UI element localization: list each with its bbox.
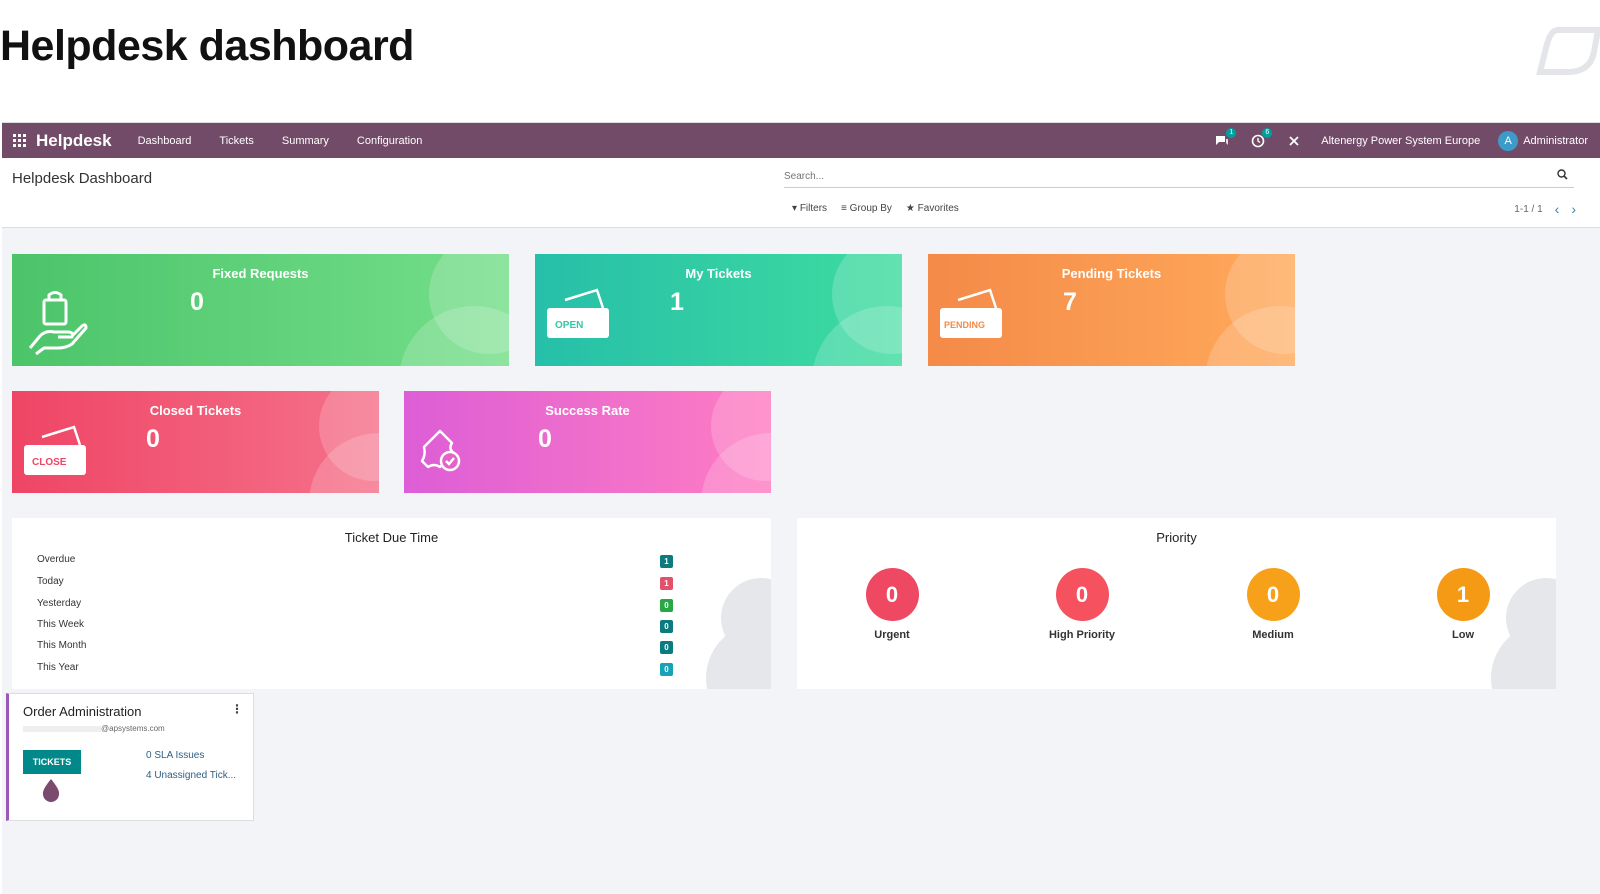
tile-title: Success Rate (545, 403, 630, 418)
menu-configuration[interactable]: Configuration (357, 135, 422, 147)
due-count-badge[interactable]: 0 (660, 641, 673, 654)
tile-value: 7 (1063, 288, 1077, 316)
tile-success-rate[interactable]: Success Rate 0 (404, 391, 771, 493)
priority-label: Low (1452, 629, 1474, 641)
menu-tickets[interactable]: Tickets (219, 135, 253, 147)
due-row-label: Yesterday (37, 598, 82, 609)
activities-badge: 6 (1262, 127, 1273, 138)
control-panel: Helpdesk Dashboard ▾ Filters ≡ Group By … (2, 158, 1600, 228)
due-count-badge[interactable]: 0 (660, 599, 673, 612)
apps-menu-icon[interactable] (2, 134, 36, 147)
sla-issues-link[interactable]: 0 SLA Issues (146, 750, 204, 761)
brand-logo-icon (1536, 27, 1600, 75)
team-name: Order Administration (23, 704, 142, 719)
decor-circle (812, 306, 902, 366)
filter-icon: ▾ (792, 203, 798, 214)
user-name: Administrator (1523, 134, 1588, 147)
nav-brand[interactable]: Helpdesk (36, 131, 112, 151)
due-row-label: This Week (37, 619, 85, 630)
team-email: @apsystems.com (23, 724, 165, 733)
tile-title: My Tickets (685, 266, 752, 281)
priority-label: Medium (1252, 629, 1294, 641)
pending-ticket-text: PENDING (944, 320, 985, 330)
priority-label: High Priority (1048, 629, 1115, 641)
tile-value: 0 (146, 425, 160, 453)
decor-circle (1205, 306, 1295, 366)
priority-panel: Priority 0 Urgent 0 High Priority 0 Medium 1 Lo… (797, 518, 1556, 689)
tile-title: Closed Tickets (149, 403, 242, 418)
user-avatar: A (1498, 130, 1519, 151)
tile-value: 1 (670, 288, 684, 316)
ticket-check-icon (420, 429, 461, 472)
hand-bag-icon (28, 291, 88, 356)
top-navbar: Helpdesk Dashboard Tickets Summary Confi… (2, 123, 1600, 158)
priority-count-circle: 1 (1436, 568, 1490, 621)
tile-my-tickets[interactable]: My Tickets 1 OPEN (535, 254, 902, 366)
tile-title: Fixed Requests (212, 266, 309, 281)
open-ticket-text: OPEN (555, 320, 583, 331)
group-by-button[interactable]: ≡ Group By (841, 203, 892, 214)
group-by-icon: ≡ (841, 203, 847, 214)
decor-circle (701, 433, 771, 493)
company-switcher[interactable]: Altenergy Power System Europe (1321, 135, 1480, 147)
due-row-label: Overdue (37, 554, 76, 565)
due-row-label: Today (37, 576, 64, 587)
decor-circle (399, 306, 509, 366)
decor-circle (706, 623, 771, 689)
open-ticket-icon: OPEN (547, 288, 609, 338)
user-menu[interactable]: A Administrator (1498, 130, 1588, 151)
redacted-email-user (23, 725, 101, 732)
tile-closed-tickets[interactable]: Closed Tickets 0 CLOSE (12, 391, 379, 493)
priority-count-circle: 0 (1246, 568, 1300, 621)
due-count-badge[interactable]: 1 (660, 577, 673, 590)
messages-badge: 1 (1226, 127, 1237, 138)
priority-item[interactable]: 0 Medium (1233, 568, 1313, 641)
search-icon[interactable] (1557, 169, 1568, 180)
tile-value: 0 (190, 288, 204, 316)
debug-tools-icon[interactable] (1285, 133, 1303, 149)
favorites-button[interactable]: ★ Favorites (906, 203, 959, 214)
filters-button[interactable]: ▾ Filters (792, 203, 827, 214)
tile-fixed-requests[interactable]: Fixed Requests 0 (12, 254, 509, 366)
color-drop-icon (42, 779, 60, 802)
pager-next-icon[interactable]: › (1571, 201, 1576, 217)
breadcrumb-title: Helpdesk Dashboard (12, 170, 153, 187)
priority-count-circle: 0 (865, 568, 919, 621)
messages-icon[interactable]: 1 (1213, 127, 1237, 149)
helpdesk-app: Helpdesk Dashboard Tickets Summary Confi… (2, 122, 1600, 894)
pager-value[interactable]: 1-1 / 1 (1514, 204, 1542, 215)
ticket-due-time-panel: Ticket Due Time Overdue 1 Today 1 Yesterday 0… (12, 518, 771, 689)
menu-summary[interactable]: Summary (282, 135, 329, 147)
priority-item[interactable]: 1 Low (1423, 568, 1503, 641)
due-row-label: This Month (37, 640, 87, 651)
star-icon: ★ (905, 203, 915, 214)
due-count-badge[interactable]: 1 (660, 555, 673, 568)
tile-value: 0 (538, 425, 552, 453)
unassigned-tickets-link[interactable]: 4 Unassigned Tick... (146, 770, 236, 781)
team-kanban-card[interactable]: Order Administration ⋮ @apsystems.com TI… (6, 693, 254, 821)
priority-label: Urgent (874, 629, 910, 641)
due-count-badge[interactable]: 0 (660, 620, 673, 633)
search-input[interactable] (784, 167, 1524, 182)
page-heading: Helpdesk dashboard (0, 22, 414, 70)
kebab-menu-icon[interactable]: ⋮ (231, 702, 243, 716)
activities-icon[interactable]: 6 (1249, 127, 1273, 149)
due-time-title: Ticket Due Time (344, 530, 439, 545)
priority-item[interactable]: 0 Urgent (852, 568, 932, 641)
search-bar (784, 166, 1574, 188)
close-ticket-text: CLOSE (32, 457, 67, 468)
due-row-label: This Year (37, 662, 79, 673)
due-count-badge[interactable]: 0 (660, 663, 673, 676)
pending-ticket-icon: PENDING (940, 288, 1002, 338)
tickets-button[interactable]: TICKETS (23, 750, 81, 774)
menu-dashboard[interactable]: Dashboard (138, 135, 192, 147)
tile-title: Pending Tickets (1061, 266, 1162, 281)
pager-previous-icon[interactable]: ‹ (1555, 201, 1560, 217)
tile-pending-tickets[interactable]: Pending Tickets 7 PENDING (928, 254, 1295, 366)
close-ticket-icon: CLOSE (24, 425, 86, 475)
priority-title: Priority (1156, 530, 1197, 545)
decor-circle (309, 433, 379, 493)
priority-count-circle: 0 (1055, 568, 1109, 621)
priority-item[interactable]: 0 High Priority (1042, 568, 1122, 641)
